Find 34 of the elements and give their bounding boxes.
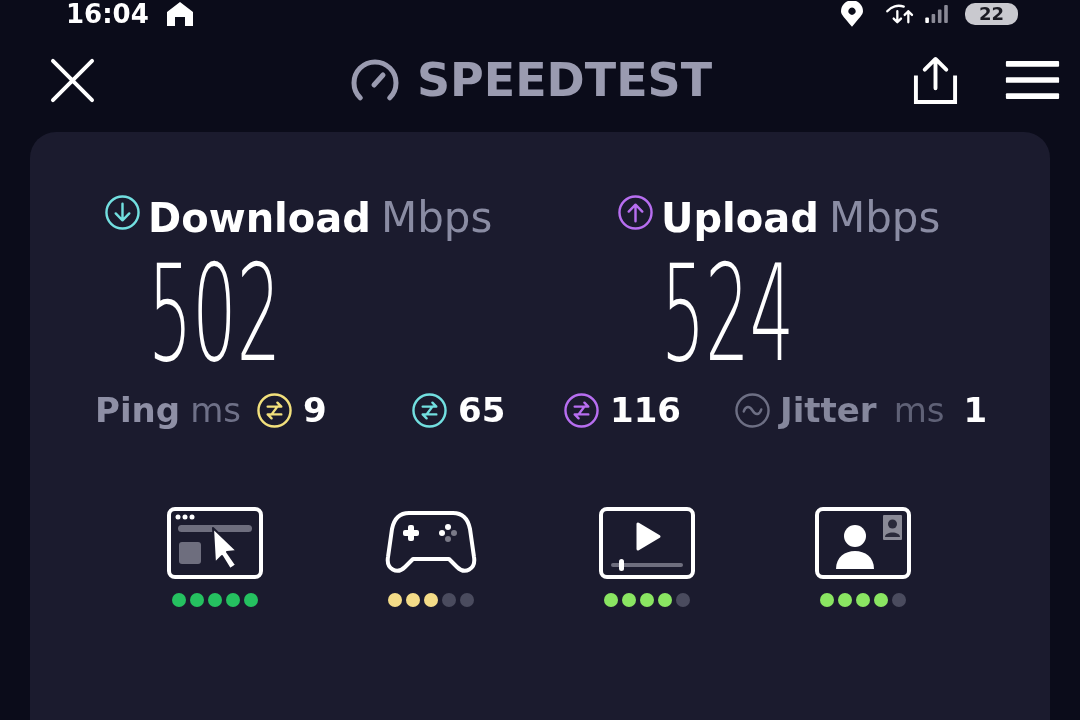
share-icon bbox=[912, 55, 959, 105]
home-icon bbox=[164, 2, 195, 26]
result-label: Download bbox=[148, 194, 371, 242]
status-time: 16:04 bbox=[66, 0, 149, 28]
menu-icon bbox=[1005, 61, 1060, 99]
close-icon bbox=[50, 57, 95, 103]
menu-button[interactable] bbox=[1005, 61, 1060, 99]
unit-label: Mbps bbox=[828, 194, 941, 242]
unit-label: ms bbox=[893, 390, 945, 430]
empty-dot-icon bbox=[892, 593, 906, 607]
browser-cursor-icon bbox=[167, 507, 263, 579]
latency-value: 1 bbox=[963, 390, 988, 430]
app-title: SPEEDTEST bbox=[416, 52, 713, 108]
empty-dot-icon bbox=[442, 593, 456, 607]
speed-value: 524 bbox=[661, 247, 794, 381]
unit-label: Mbps bbox=[380, 194, 493, 242]
close-button[interactable] bbox=[50, 57, 95, 103]
gauge-icon bbox=[350, 59, 399, 101]
battery-indicator: 22 bbox=[964, 3, 1018, 25]
empty-dot-icon bbox=[460, 593, 474, 607]
latency-value: 65 bbox=[458, 390, 506, 430]
unit-label: ms bbox=[190, 390, 241, 430]
video-player-icon bbox=[599, 507, 695, 579]
ping-label: Ping bbox=[95, 390, 181, 430]
share-button[interactable] bbox=[912, 55, 959, 105]
result-label: Upload bbox=[661, 194, 819, 242]
latency-value: 9 bbox=[302, 390, 327, 430]
video-call-icon bbox=[815, 507, 911, 579]
speed-value: 502 bbox=[148, 247, 281, 381]
empty-dot-icon bbox=[676, 593, 690, 607]
latency-value: 116 bbox=[610, 390, 681, 430]
signal-bars-icon bbox=[924, 5, 949, 23]
jitter-label: Jitter bbox=[780, 390, 877, 430]
location-pin-icon bbox=[840, 1, 863, 27]
